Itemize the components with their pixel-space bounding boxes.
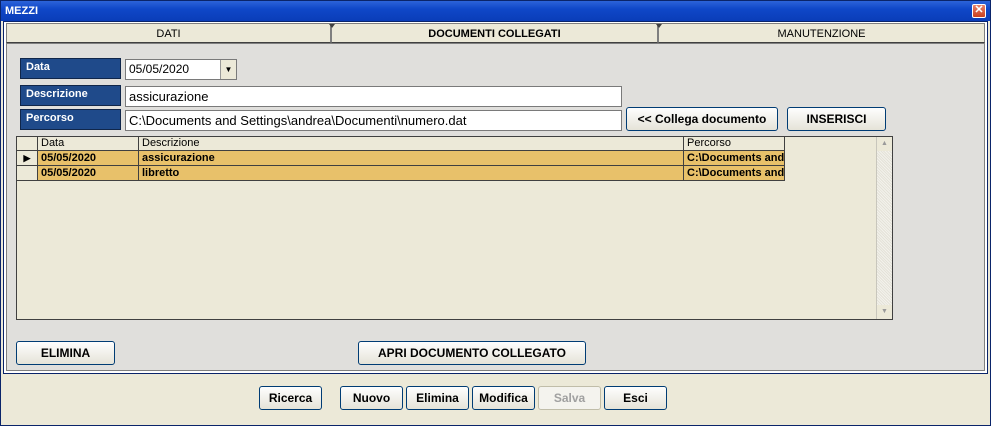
elimina-button[interactable]: Elimina — [406, 386, 469, 410]
column-header-data[interactable]: Data — [38, 137, 139, 151]
nuovo-button[interactable]: Nuovo — [340, 386, 403, 410]
tab-documenti-collegati-label: DOCUMENTI COLLEGATI — [428, 28, 561, 40]
data-combo[interactable]: 05/05/2020 ▼ — [125, 59, 237, 80]
chevron-down-icon[interactable]: ▼ — [220, 60, 236, 79]
cell-percorso[interactable]: C:\Documents and — [684, 151, 785, 166]
tab-notch-icon — [656, 24, 662, 28]
modifica-button[interactable]: Modifica — [472, 386, 535, 410]
collega-documento-button[interactable]: << Collega documento — [626, 107, 778, 131]
documents-table[interactable]: Data Descrizione Percorso ▶ 05/05/2020 a… — [16, 136, 893, 320]
tab-notch-icon — [329, 24, 335, 28]
percorso-label: Percorso — [20, 109, 121, 130]
current-row-arrow-icon: ▶ — [17, 151, 38, 166]
tab-dati-label: DATI — [156, 28, 181, 40]
scroll-up-icon[interactable]: ▲ — [877, 137, 892, 151]
cell-data[interactable]: 05/05/2020 — [38, 166, 139, 181]
close-icon[interactable]: ✕ — [972, 4, 986, 18]
apri-documento-button[interactable]: APRI DOCUMENTO COLLEGATO — [358, 341, 586, 365]
esci-button[interactable]: Esci — [604, 386, 667, 410]
tab-manutenzione-label: MANUTENZIONE — [777, 28, 866, 40]
cell-descrizione[interactable]: assicurazione — [139, 151, 684, 166]
descrizione-label: Descrizione — [20, 85, 121, 106]
ricerca-button[interactable]: Ricerca — [259, 386, 322, 410]
tab-dati[interactable]: DATI — [6, 23, 331, 43]
window-title: MEZZI — [5, 5, 38, 17]
scroll-down-icon[interactable]: ▼ — [877, 305, 892, 319]
descrizione-input[interactable]: assicurazione — [125, 86, 622, 107]
cell-percorso[interactable]: C:\Documents and — [684, 166, 785, 181]
salva-button[interactable]: Salva — [538, 386, 601, 410]
tab-documenti-collegati[interactable]: DOCUMENTI COLLEGATI — [329, 23, 658, 43]
window-mezzi: MEZZI ✕ DATI DOCUMENTI COLLEGATI MANUTEN… — [0, 0, 991, 426]
column-header-percorso[interactable]: Percorso — [684, 137, 785, 151]
percorso-input[interactable]: C:\Documents and Settings\andrea\Documen… — [125, 110, 622, 131]
cell-data[interactable]: 05/05/2020 — [38, 151, 139, 166]
column-header-descrizione[interactable]: Descrizione — [139, 137, 684, 151]
elimina-documento-button[interactable]: ELIMINA — [16, 341, 115, 365]
inserisci-button[interactable]: INSERISCI — [787, 107, 886, 131]
tab-manutenzione[interactable]: MANUTENZIONE — [656, 23, 985, 43]
cell-descrizione[interactable]: libretto — [139, 166, 684, 181]
title-bar: MEZZI ✕ — [1, 1, 990, 21]
header-selector-cell — [17, 137, 38, 151]
vertical-scrollbar[interactable]: ▲ ▼ — [876, 137, 892, 319]
data-combo-value: 05/05/2020 — [129, 62, 190, 76]
row-selector — [17, 166, 38, 181]
data-label: Data — [20, 58, 121, 79]
